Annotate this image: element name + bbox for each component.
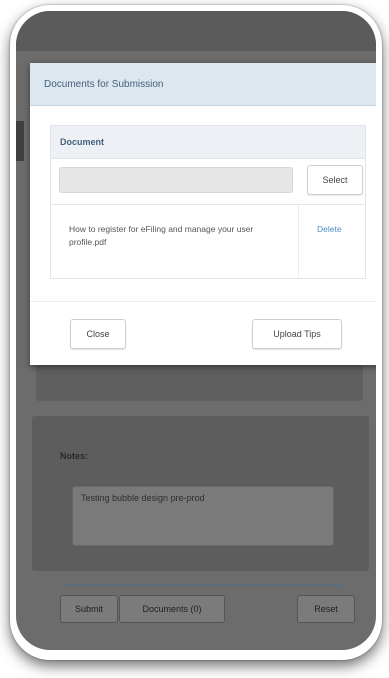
documents-button[interactable]: Documents (0) <box>119 595 225 623</box>
app-screen: Notes: Testing bubble design pre-prod Su… <box>16 11 376 650</box>
file-select-row: Select <box>51 159 365 205</box>
footer-divider <box>64 585 342 586</box>
document-column-header: Document <box>51 126 365 159</box>
modal-header: Documents for Submission <box>30 63 376 106</box>
background-edge <box>16 121 24 161</box>
notes-label: Notes: <box>60 451 89 461</box>
background-top-bar <box>16 11 376 51</box>
modal-title: Documents for Submission <box>44 78 164 90</box>
close-button[interactable]: Close <box>70 319 126 349</box>
device-frame: Notes: Testing bubble design pre-prod Su… <box>10 5 382 660</box>
reset-button[interactable]: Reset <box>297 595 355 623</box>
documents-modal: Documents for Submission Document Select… <box>30 63 376 365</box>
upload-tips-button[interactable]: Upload Tips <box>252 319 342 349</box>
select-file-button[interactable]: Select <box>307 165 363 195</box>
notes-textarea[interactable]: Testing bubble design pre-prod <box>72 486 334 546</box>
modal-footer-divider <box>30 301 376 302</box>
document-filename: How to register for eFiling and manage y… <box>69 224 254 247</box>
document-row: How to register for eFiling and manage y… <box>51 205 365 278</box>
submit-button[interactable]: Submit <box>60 595 118 623</box>
document-table: Document Select How to register for eFil… <box>50 125 366 279</box>
file-path-input[interactable] <box>59 167 293 193</box>
delete-document-link[interactable]: Delete <box>317 224 342 234</box>
column-divider <box>298 205 299 278</box>
